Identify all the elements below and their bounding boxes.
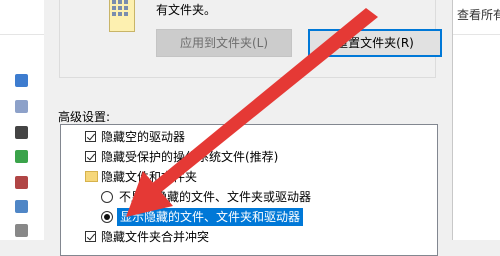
apply-to-folders-button[interactable]: 应用到文件夹(L)	[156, 29, 292, 57]
disk-icon	[15, 126, 28, 139]
background-window-right: 查看所有	[452, 0, 500, 240]
folder-options-dialog: 有文件夹。 应用到文件夹(L) 重置文件夹(R) 高级设置: 隐藏空的驱动器 隐…	[44, 0, 452, 256]
separator	[0, 34, 44, 35]
folder-icon	[109, 0, 135, 32]
folder-views-group: 有文件夹。 应用到文件夹(L) 重置文件夹(R)	[59, 0, 442, 78]
radio-checked[interactable]	[101, 211, 113, 223]
item-label: 隐藏受保护的操作系统文件(推荐)	[101, 150, 279, 164]
item-label: 隐藏文件和文件夹	[101, 170, 198, 184]
radio-unchecked[interactable]	[101, 191, 113, 203]
network-icon	[15, 74, 28, 87]
checkbox-checked[interactable]	[85, 231, 96, 242]
folder-views-description: 有文件夹。	[156, 3, 217, 17]
trash-icon	[15, 176, 28, 189]
folder-icon	[85, 171, 98, 182]
checkbox-checked[interactable]	[85, 131, 96, 142]
reset-folders-button[interactable]: 重置文件夹(R)	[308, 29, 442, 57]
monitor-icon	[15, 100, 28, 113]
advanced-settings-list[interactable]: 隐藏空的驱动器 隐藏受保护的操作系统文件(推荐) 隐藏文件和文件夹 不显示隐藏的…	[60, 124, 438, 256]
settings-icon	[15, 150, 28, 163]
display-icon	[15, 200, 28, 213]
item-label: 隐藏空的驱动器	[101, 130, 186, 144]
separator	[453, 34, 500, 35]
item-label-selected: 显示隐藏的文件、文件夹和驱动器	[117, 208, 304, 226]
item-label: 不显示隐藏的文件、文件夹或驱动器	[119, 190, 312, 204]
background-text: 查看所有	[457, 8, 500, 22]
checkbox-checked[interactable]	[85, 151, 96, 162]
advanced-settings-label: 高级设置:	[58, 110, 111, 124]
item-label: 隐藏文件夹合并冲突	[101, 230, 210, 244]
device-icon	[15, 224, 28, 237]
background-window-left	[0, 0, 45, 240]
